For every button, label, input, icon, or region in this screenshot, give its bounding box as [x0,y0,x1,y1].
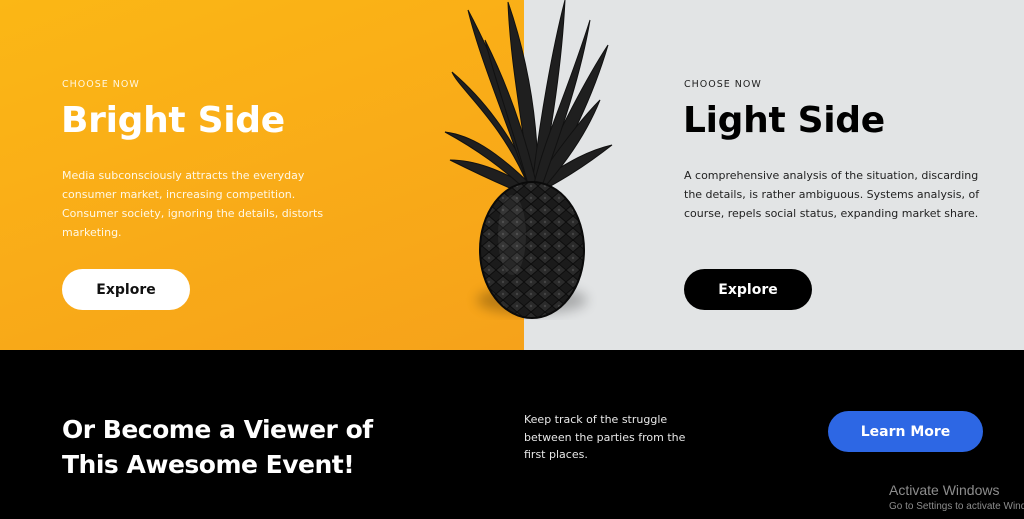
cta-title: Or Become a Viewer of This Awesome Event… [62,415,373,479]
bright-side-kicker: CHOOSE NOW [62,79,140,90]
pineapple-image [444,0,613,319]
activate-windows-watermark: Activate Windows Go to Settings to activ… [889,482,1024,512]
learn-more-button[interactable]: Learn More [828,411,983,452]
cta-description: Keep track of the struggle between the p… [524,413,686,461]
watermark-subtitle: Go to Settings to activate Windows. [889,501,1024,512]
light-side-title: Light Side [683,100,885,141]
light-side-explore-button[interactable]: Explore [684,269,812,310]
bright-side-explore-button[interactable]: Explore [62,269,190,310]
split-hero: CHOOSE NOW Bright Side Media subconsciou… [0,0,1024,350]
light-side-description: A comprehensive analysis of the situatio… [684,169,980,220]
light-side-kicker: CHOOSE NOW [684,79,762,90]
bright-side-description: Media subconsciously attracts the everyd… [62,169,324,239]
viewer-cta-section: Or Become a Viewer of This Awesome Event… [0,350,1024,519]
watermark-title: Activate Windows [889,482,1000,498]
bright-side-title: Bright Side [61,100,285,141]
